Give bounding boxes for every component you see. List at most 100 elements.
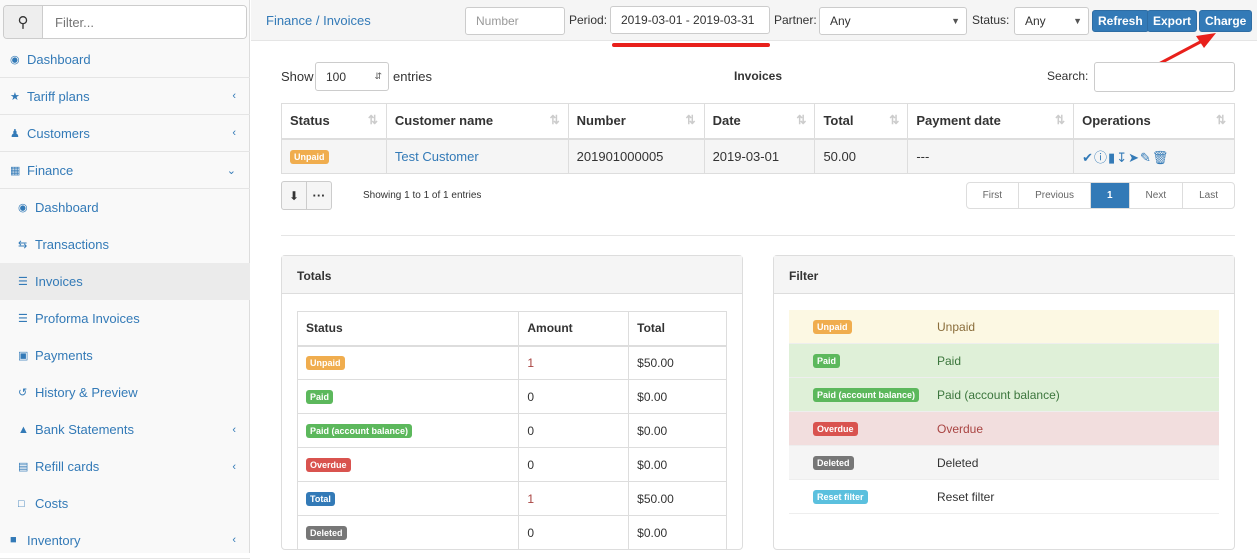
filter-badge: Deleted xyxy=(813,455,854,470)
refresh-button[interactable]: Refresh xyxy=(1092,10,1149,32)
search-input[interactable] xyxy=(1094,62,1235,92)
filter-badge: Paid xyxy=(813,353,841,368)
history-icon: ↺ xyxy=(18,387,28,399)
filter-label: Deleted xyxy=(937,455,979,470)
sidebar-item-transactions[interactable]: ⇆ Transactions xyxy=(0,226,250,263)
calculator-icon: ▦ xyxy=(10,164,21,177)
column-header[interactable]: Date ⇅ xyxy=(703,103,816,139)
filter-row[interactable]: Unpaid Unpaid xyxy=(789,310,1219,344)
export-icon[interactable]: ⬇ xyxy=(282,182,307,209)
amount: 1 xyxy=(518,481,630,516)
sidebar-item-dashboard[interactable]: ◉ Dashboard xyxy=(0,41,250,78)
column-header[interactable]: Customer name ⇅ xyxy=(385,103,569,139)
customer-link[interactable]: Test Customer xyxy=(385,138,569,174)
filter-input[interactable] xyxy=(43,6,246,38)
sidebar-item-costs[interactable]: □ Costs xyxy=(0,485,250,522)
user-icon: ♟ xyxy=(10,127,20,140)
note-icon: □ xyxy=(18,497,25,510)
topbar: Finance / Invoices Number Period: 2019-0… xyxy=(251,0,1257,41)
column-header[interactable]: Operations ⇅ xyxy=(1073,103,1235,139)
totals-table: Status Amount Total Unpaid 1 $50.00 Paid 0 $0.00… xyxy=(296,311,727,550)
total: $0.00 xyxy=(628,447,727,482)
sidebar-item-invoices[interactable]: ☰ Invoices xyxy=(0,263,250,300)
status-select[interactable]: Any ▼ xyxy=(1014,7,1089,35)
sidebar-item-label: History & Preview xyxy=(35,385,138,400)
filter-row[interactable]: Overdue Overdue xyxy=(789,412,1219,446)
export-button[interactable]: Export xyxy=(1147,10,1198,32)
number-input[interactable]: Number xyxy=(465,7,565,35)
more-icon[interactable]: ··· xyxy=(307,182,331,209)
divider xyxy=(281,235,1235,236)
file-icon[interactable]: ▮ xyxy=(1108,150,1116,165)
page-next[interactable]: Next xyxy=(1128,183,1183,208)
column-header[interactable]: Payment date ⇅ xyxy=(907,103,1075,139)
filter-label: Paid (account balance) xyxy=(937,387,1060,402)
partner-select[interactable]: Any ▼ xyxy=(819,7,967,35)
page-last[interactable]: Last xyxy=(1182,183,1234,208)
sidebar-item-label: Invoices xyxy=(35,274,83,289)
charge-button[interactable]: Charge xyxy=(1199,10,1253,32)
page-1[interactable]: 1 xyxy=(1089,183,1129,208)
sort-icon: ⇅ xyxy=(685,113,696,128)
amount: 0 xyxy=(518,413,630,448)
invoice-date: 2019-03-01 xyxy=(703,138,816,174)
sidebar-item-finance[interactable]: ▦ Finance ⌄ xyxy=(0,152,250,189)
pagination: First Previous 1 Next Last xyxy=(965,182,1235,209)
filter-label: Reset filter xyxy=(937,489,995,504)
total: $50.00 xyxy=(628,345,727,380)
filter-row[interactable]: Reset filter Reset filter xyxy=(789,480,1219,514)
edit-icon[interactable]: ✎ xyxy=(1140,150,1152,165)
sidebar-item-inventory[interactable]: ■ Inventory ‹ xyxy=(0,522,250,559)
total: $0.00 xyxy=(628,515,727,550)
page-previous[interactable]: Previous xyxy=(1018,183,1090,208)
column-header[interactable]: Status ⇅ xyxy=(281,103,387,139)
list-alt-icon: ☰ xyxy=(18,313,28,325)
send-icon[interactable]: ➤ xyxy=(1128,150,1140,165)
filter-row[interactable]: Deleted Deleted xyxy=(789,446,1219,480)
column-header[interactable]: Total ⇅ xyxy=(814,103,909,139)
breadcrumb[interactable]: Finance / Invoices xyxy=(266,13,371,28)
invoices-table: Status ⇅ Customer name ⇅ Number ⇅ Date ⇅ Total ⇅ P… xyxy=(281,103,1235,174)
amount: 0 xyxy=(518,515,630,550)
column-label: Operations xyxy=(1082,113,1151,129)
sort-icon: ⇅ xyxy=(549,113,560,128)
column-header: Total xyxy=(628,311,727,346)
trash-icon[interactable]: 🗑 xyxy=(1152,150,1170,165)
sidebar-item-tariff-plans[interactable]: ★ Tariff plans ‹ xyxy=(0,78,250,115)
download-icon[interactable]: ↧ xyxy=(1116,150,1128,165)
sidebar: ⚲ ◉ Dashboard ★ Tariff plans ‹ ♟ Customers ‹ ▦ Fi… xyxy=(0,0,250,559)
dashboard-icon: ◉ xyxy=(10,53,20,66)
filter-row[interactable]: Paid (account balance) Paid (account bala… xyxy=(789,378,1219,412)
sidebar-item-dashboard[interactable]: ◉ Dashboard xyxy=(0,189,250,226)
status-badge[interactable]: Unpaid xyxy=(290,150,329,165)
column-label: Customer name xyxy=(394,113,494,129)
period-input[interactable]: 2019-03-01 - 2019-03-31 xyxy=(610,6,770,34)
entries-select[interactable]: 100 ⇵ xyxy=(315,62,389,91)
bank-icon: ▲ xyxy=(18,423,29,436)
table-row: Unpaid Test Customer 201901000005 2019-0… xyxy=(281,138,1235,174)
sidebar-item-history-preview[interactable]: ↺ History & Preview xyxy=(0,374,250,411)
status-label: Status: xyxy=(972,13,1010,27)
operations: ✔ⓘ▮↧➤✎🗑 xyxy=(1073,138,1235,174)
column-header[interactable]: Number ⇅ xyxy=(567,103,705,139)
sidebar-filter: ⚲ xyxy=(3,5,247,39)
filter-row[interactable]: Paid Paid xyxy=(789,344,1219,378)
dashboard-icon: ◉ xyxy=(18,202,28,214)
column-label: Total xyxy=(823,113,854,129)
list-icon: ☰ xyxy=(18,276,28,288)
sort-icon: ⇅ xyxy=(367,113,378,128)
check-icon[interactable]: ✔ xyxy=(1082,150,1094,165)
total: $0.00 xyxy=(628,379,727,414)
invoices-title: Invoices xyxy=(734,69,783,83)
sidebar-item-refill-cards[interactable]: ▤ Refill cards ‹ xyxy=(0,448,250,485)
sidebar-item-proforma-invoices[interactable]: ☰ Proforma Invoices xyxy=(0,300,250,337)
sidebar-item-bank-statements[interactable]: ▲ Bank Statements ‹ xyxy=(0,411,250,448)
search-label: Search: xyxy=(1047,69,1089,83)
info-icon[interactable]: ⓘ xyxy=(1094,150,1108,165)
search-icon[interactable]: ⚲ xyxy=(4,6,43,38)
page-first[interactable]: First xyxy=(967,183,1018,208)
sidebar-item-payments[interactable]: ▣ Payments xyxy=(0,337,250,374)
sidebar-item-customers[interactable]: ♟ Customers ‹ xyxy=(0,115,250,152)
partner-label: Partner: xyxy=(774,13,817,27)
chevron-icon: ‹ xyxy=(232,90,236,102)
